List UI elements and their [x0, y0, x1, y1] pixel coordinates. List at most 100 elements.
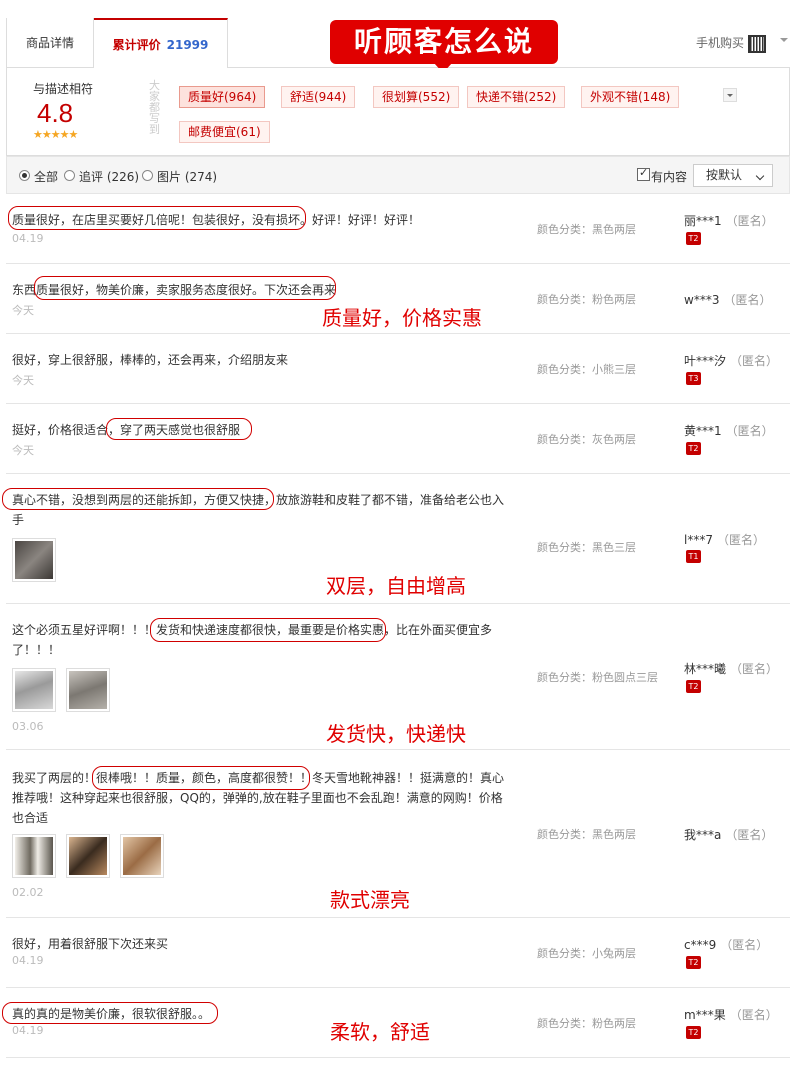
- vip-level-icon: T2: [686, 1026, 701, 1039]
- mobile-buy-link[interactable]: 手机购买: [696, 18, 766, 68]
- reviewer-name: l***7: [684, 533, 713, 547]
- review-photos: [12, 538, 66, 582]
- expand-tags-icon[interactable]: [723, 88, 737, 102]
- review-sku: 颜色分类：粉色两层: [537, 1017, 636, 1030]
- tab-reviews-count: 21999: [166, 38, 209, 52]
- vip-level-icon: T2: [686, 232, 701, 245]
- reviewer-anon: （匿名）: [725, 424, 774, 438]
- reviewer-name: 林***曦: [684, 662, 727, 676]
- review-photos: [12, 668, 120, 712]
- annotation-text: 柔软，舒适: [330, 1020, 430, 1044]
- review-photos: [12, 834, 174, 878]
- reviewer-anon: （匿名）: [716, 533, 765, 547]
- reviewer-name: 叶***汐: [684, 354, 727, 368]
- banner-heading: 听顾客怎么说: [330, 20, 558, 73]
- highlight-circle: [34, 276, 336, 300]
- has-content-label: 有内容: [651, 170, 688, 184]
- filter-bar: 全部 追评 (226) 图片 (274) 有内容 按默认: [6, 156, 790, 194]
- annotation-text: 发货快，快递快: [326, 722, 466, 746]
- reviewer: w***3 （匿名）: [684, 291, 771, 308]
- review-row: 这个必须五星好评啊！！！发货和快递速度都很快，最重要是价格实惠，比在外面买便宜多…: [6, 604, 790, 750]
- review-photo[interactable]: [66, 668, 110, 712]
- review-text: 挺好，价格很适合，穿了两天感觉也很舒服: [12, 423, 241, 437]
- review-date: 04.19: [12, 1024, 44, 1037]
- reviewer: c***9 （匿名）: [684, 936, 768, 953]
- review-photo[interactable]: [12, 834, 56, 878]
- review-sku: 颜色分类：黑色两层: [537, 223, 636, 236]
- review-row: 真心不错，没想到两层的还能拆卸，方便又快捷，放旅游鞋和皮鞋了都不错，准备给老公也…: [2, 474, 790, 604]
- review-row: 东西质量很好，物美价廉，卖家服务态度很好。下次还会再来 今天 颜色分类：粉色两层…: [6, 264, 790, 334]
- review-text: 很好，用着很舒服下次还来买: [12, 937, 169, 951]
- annotation-text: 质量好，价格实惠: [322, 306, 482, 330]
- reviewer-name: w***3: [684, 293, 720, 307]
- highlight-circle: [92, 766, 310, 790]
- reviewer-name: 我***a: [684, 828, 722, 842]
- tab-reviews[interactable]: 累计评价 21999: [94, 18, 228, 69]
- qr-code-icon: [748, 34, 766, 53]
- review-sku: 颜色分类：粉色两层: [537, 293, 636, 306]
- review-sku: 颜色分类：小兔两层: [537, 947, 636, 960]
- reviewer: l***7 （匿名）: [684, 531, 765, 548]
- reviewer: 黄***1 （匿名）: [684, 422, 774, 439]
- highlight-circle: [2, 1002, 218, 1024]
- filter-append-label: 追评 (226): [79, 170, 140, 184]
- filter-all-label: 全部: [34, 170, 59, 184]
- reviewer: 叶***汐 （匿名）: [684, 352, 778, 369]
- highlight-circle: [150, 618, 386, 642]
- reviewer-anon: （匿名）: [723, 293, 772, 307]
- tags-side-label: 大家都写到: [149, 79, 160, 136]
- review-date: 今天: [12, 374, 34, 387]
- reviewer: m***果 （匿名）: [684, 1006, 778, 1023]
- sort-dropdown[interactable]: 按默认: [693, 164, 773, 187]
- tag-appearance[interactable]: 外观不错(148): [581, 86, 680, 108]
- vip-level-icon: T2: [686, 956, 701, 969]
- vip-level-icon: T2: [686, 442, 701, 455]
- reviewer-anon: （匿名）: [720, 938, 769, 952]
- tab-product-detail[interactable]: 商品详情: [7, 18, 94, 68]
- review-photo[interactable]: [66, 834, 110, 878]
- annotation-text: 双层，自由增高: [326, 574, 466, 598]
- review-sku: 颜色分类：灰色两层: [537, 433, 636, 446]
- review-photo[interactable]: [120, 834, 164, 878]
- radio-all[interactable]: [19, 170, 30, 181]
- review-row: 很好，穿上很舒服，棒棒的，还会再来，介绍朋友来 今天 颜色分类：小熊三层 叶**…: [6, 334, 790, 404]
- reviewer-anon: （匿名）: [725, 214, 774, 228]
- tag-shipping[interactable]: 邮费便宜(61): [179, 121, 270, 143]
- tag-quality[interactable]: 质量好(964): [179, 86, 266, 108]
- reviewer: 我***a （匿名）: [684, 826, 773, 843]
- review-photo[interactable]: [12, 668, 56, 712]
- mobile-buy-label: 手机购买: [695, 36, 744, 50]
- reviewer-anon: （匿名）: [725, 828, 774, 842]
- review-date: 03.06: [12, 720, 44, 733]
- highlight-circle: [8, 206, 306, 230]
- review-row: 挺好，价格很适合，穿了两天感觉也很舒服 今天 颜色分类：灰色两层 黄***1 （匿…: [6, 404, 790, 474]
- review-row: 很好，用着很舒服下次还来买 04.19 颜色分类：小兔两层 c***9 （匿名） …: [6, 918, 790, 988]
- review-row: 质量很好，在店里买要好几倍呢！包装很好，没有损坏。好评！好评！好评！ 04.19…: [6, 194, 790, 264]
- review-row: 我买了两层的！很棒哦！！质量，颜色，高度都很赞！！冬天雪地靴神器！！挺满意的！真…: [6, 750, 790, 918]
- star-rating-icon: ★★★★★: [33, 128, 78, 141]
- review-row: 真的真的是物美价廉，很软很舒服。。 04.19 颜色分类：粉色两层 m***果（…: [2, 988, 790, 1058]
- review-text: 很好，穿上很舒服，棒棒的，还会再来，介绍朋友来: [12, 353, 289, 367]
- filter-pictures-label: 图片 (274): [157, 170, 218, 184]
- review-photo[interactable]: [12, 538, 56, 582]
- review-date: 02.02: [12, 886, 44, 899]
- reviewer-name: m***果: [684, 1008, 726, 1022]
- radio-pictures[interactable]: [142, 170, 153, 181]
- has-content-checkbox[interactable]: [637, 166, 650, 181]
- tag-delivery[interactable]: 快递不错(252): [467, 86, 566, 108]
- annotation-text: 款式漂亮: [330, 888, 410, 912]
- tag-value[interactable]: 很划算(552): [373, 86, 460, 108]
- review-sku: 颜色分类：粉色圆点三层: [537, 671, 658, 684]
- review-date: 今天: [12, 444, 34, 457]
- review-sku: 颜色分类：黑色两层: [537, 828, 636, 841]
- rating-summary: 与描述相符 4.8 ★★★★★ 大家都写到 质量好(964) 舒适(944) 很…: [6, 68, 790, 156]
- score-value: 4.8: [37, 98, 74, 128]
- review-sku: 颜色分类：黑色三层: [537, 541, 636, 554]
- reviewer: 林***曦 （匿名）: [684, 660, 778, 677]
- radio-append[interactable]: [64, 170, 75, 181]
- tag-comfort[interactable]: 舒适(944): [281, 86, 356, 108]
- chevron-down-icon[interactable]: [780, 38, 788, 42]
- vip-level-icon: T1: [686, 550, 701, 563]
- highlight-circle: [2, 488, 274, 510]
- review-date: 04.19: [12, 232, 44, 245]
